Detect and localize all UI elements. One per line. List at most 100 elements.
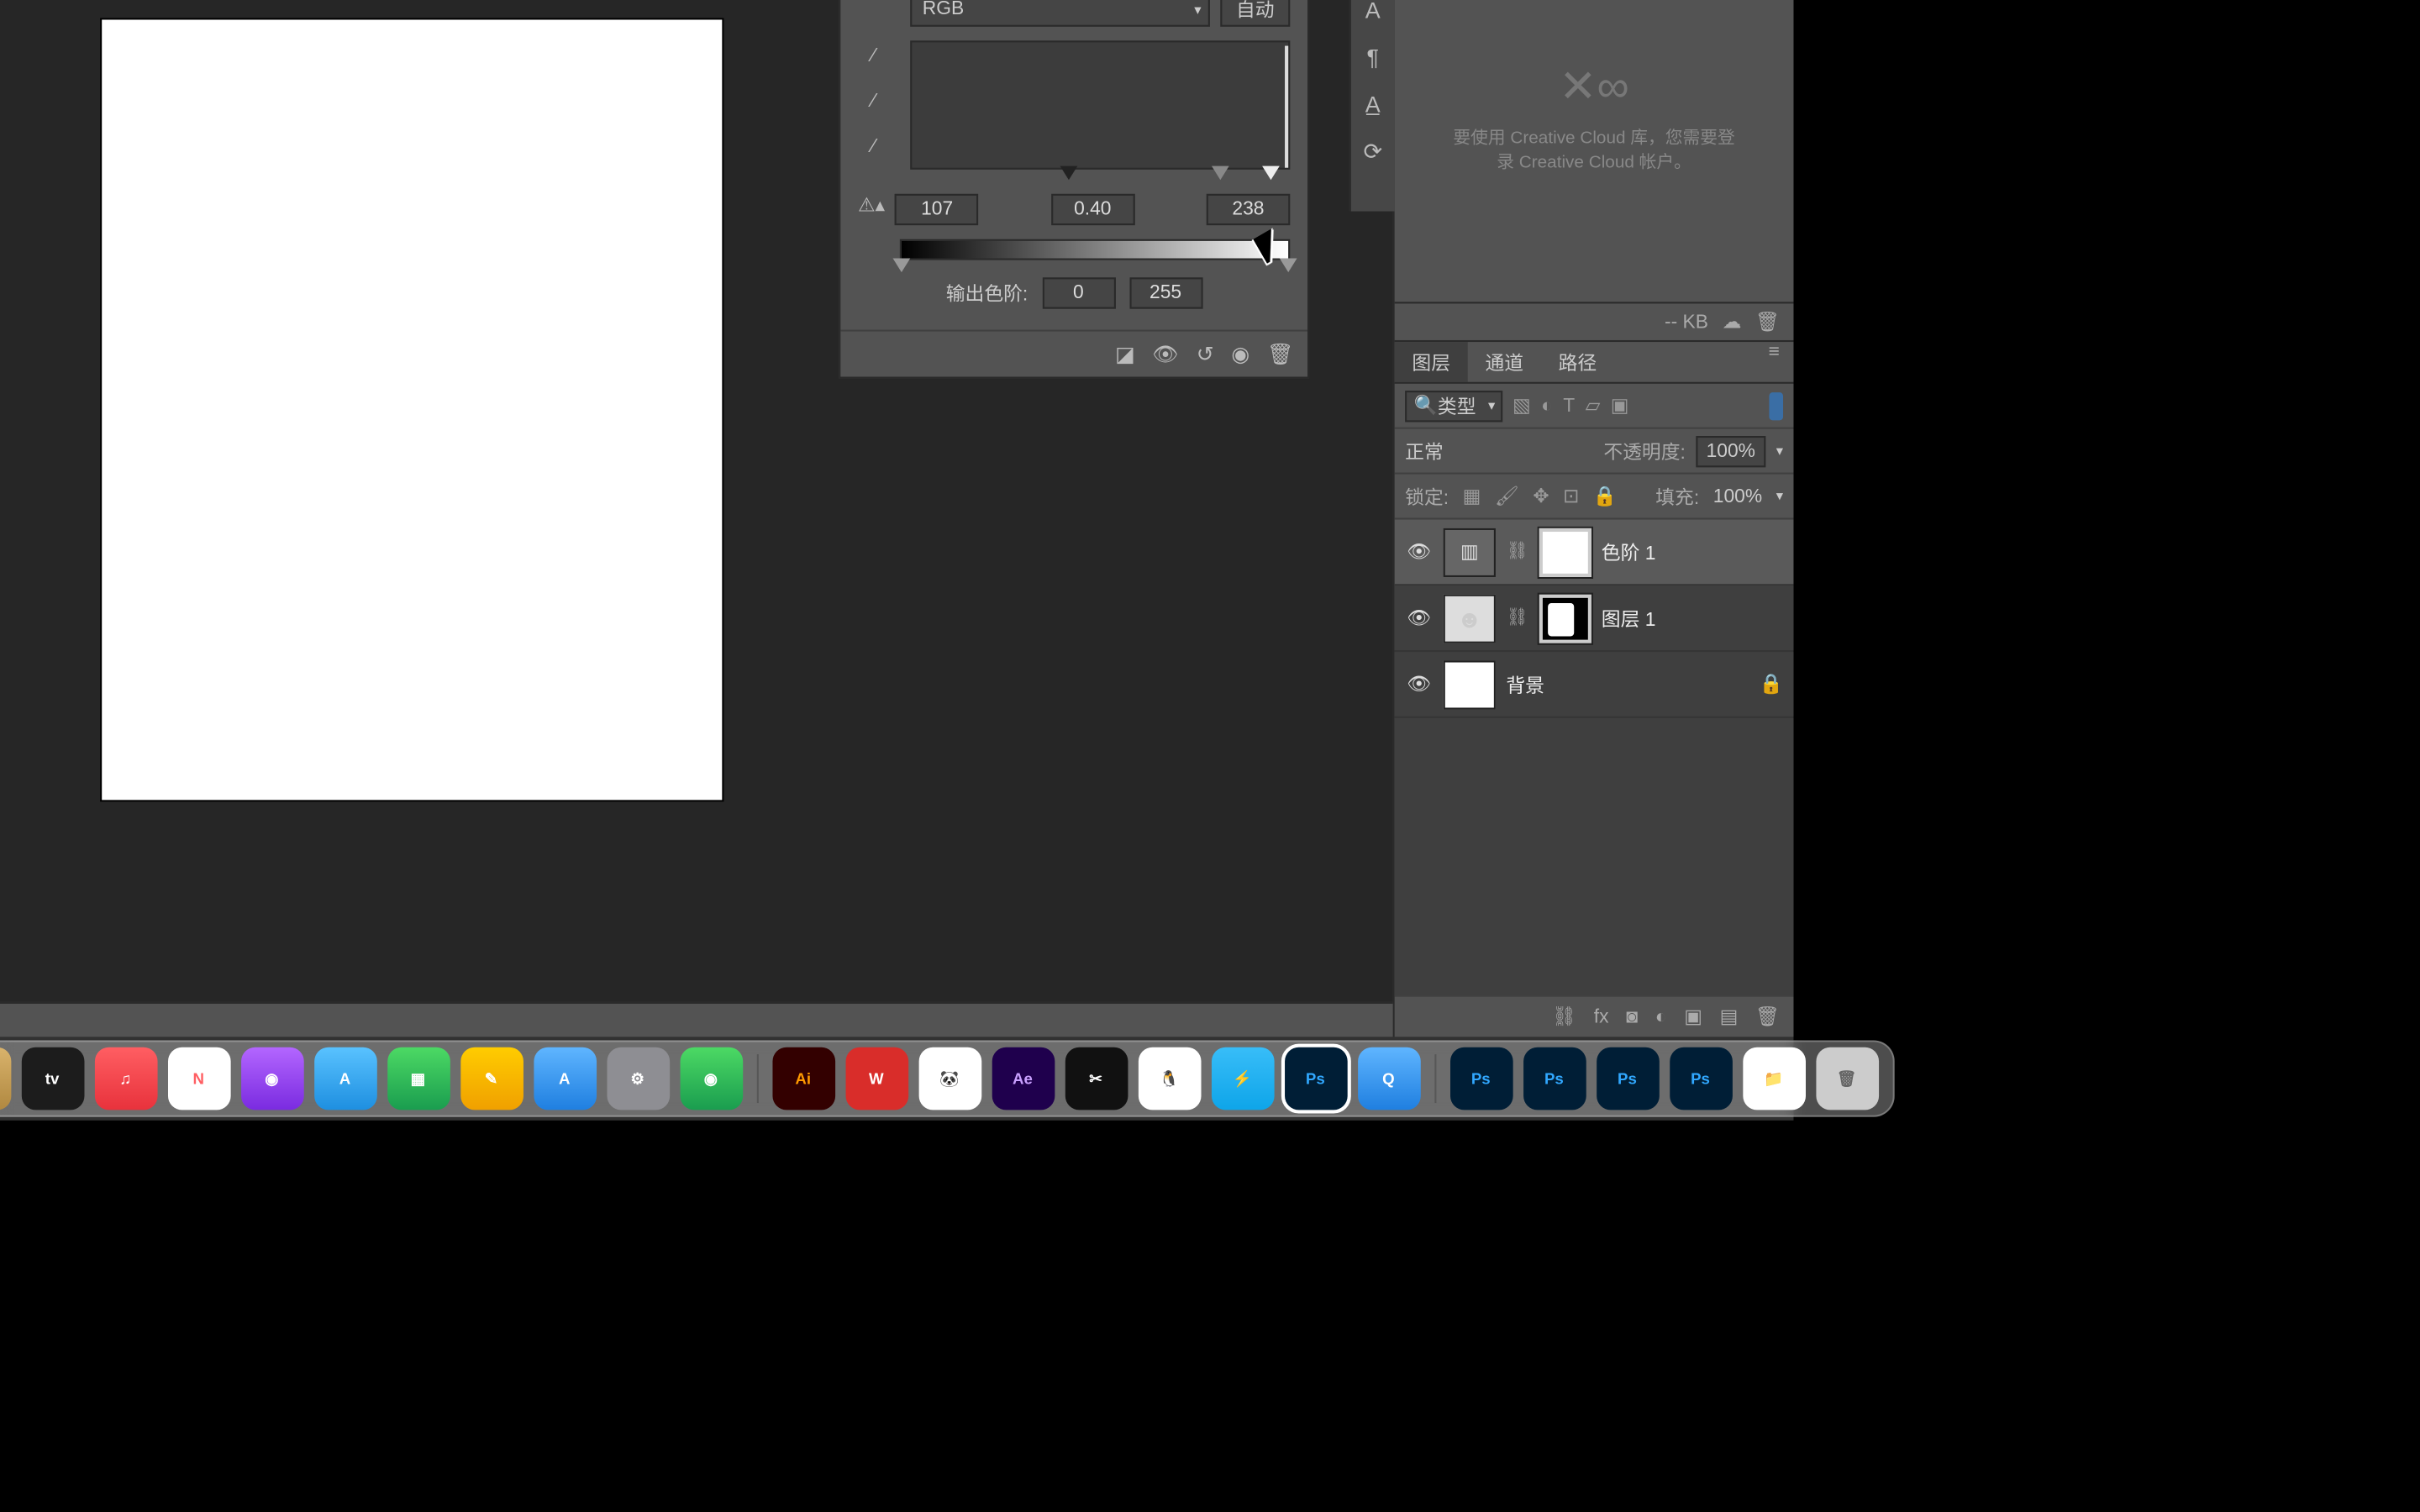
tab-paths[interactable]: 路径 — [1541, 342, 1614, 382]
layer-mask-thumb[interactable] — [1539, 594, 1591, 643]
layer-name[interactable]: 图层 1 — [1602, 604, 1656, 632]
dock-news[interactable]: N — [167, 1047, 230, 1110]
layer-thumb[interactable]: ☻ — [1444, 594, 1496, 643]
dock-capcut[interactable]: ✂ — [1065, 1047, 1128, 1110]
dock-app-a[interactable]: A — [533, 1047, 596, 1110]
layer-opacity-value[interactable]: 100% — [1696, 435, 1765, 466]
glyphs-panel-icon[interactable]: A̲ — [1365, 91, 1381, 117]
input-black-field[interactable] — [895, 194, 979, 225]
dock-ps-doc[interactable]: Ps — [1523, 1047, 1586, 1110]
output-white-slider[interactable] — [1280, 259, 1297, 273]
layer-row-background[interactable]: 👁 背景 🔒 — [1395, 652, 1794, 718]
white-slider[interactable] — [1263, 166, 1281, 181]
input-gamma-field[interactable] — [1051, 194, 1135, 225]
black-eyedropper-icon[interactable]: ⁄ — [858, 40, 889, 71]
dock-notes[interactable]: ✎ — [460, 1047, 523, 1110]
dock-trash[interactable]: 🗑 — [1815, 1047, 1878, 1110]
input-white-field[interactable] — [1207, 194, 1291, 225]
delete-adjustment-icon[interactable]: 🗑 — [1267, 342, 1294, 366]
output-black-field[interactable] — [1042, 277, 1115, 308]
layer-blend-select[interactable]: 正常 — [1405, 437, 1593, 465]
dock-panda[interactable]: 🐼 — [918, 1047, 981, 1110]
link-icon[interactable]: ⛓ — [1506, 608, 1528, 627]
dock-ps-doc[interactable]: Ps — [1669, 1047, 1732, 1110]
input-sliders[interactable] — [900, 170, 1290, 187]
lock-position-icon[interactable]: ✥ — [1533, 485, 1549, 507]
gamma-slider[interactable] — [1212, 166, 1229, 181]
filter-type-icon[interactable]: T — [1563, 395, 1575, 416]
fill-value[interactable]: 100% — [1713, 486, 1762, 507]
filter-adj-icon[interactable]: ◐ — [1541, 395, 1553, 416]
new-adjustment-icon[interactable]: ◐ — [1655, 1006, 1667, 1027]
dock-quicktime[interactable]: Q — [1357, 1047, 1420, 1110]
dock-folder[interactable]: 📁 — [1742, 1047, 1805, 1110]
document-canvas[interactable] — [102, 19, 722, 800]
fx-icon[interactable]: fx — [1594, 1006, 1609, 1027]
dock-photos[interactable]: ❀ — [0, 1047, 10, 1110]
visibility-icon[interactable]: 👁 — [1405, 540, 1433, 563]
panel-menu-icon[interactable]: ≡ — [1754, 342, 1793, 382]
dock-appstore[interactable]: A — [313, 1047, 376, 1110]
add-mask-icon[interactable]: ◙ — [1626, 1006, 1638, 1027]
layer-opacity-stepper[interactable]: ▾ — [1776, 443, 1783, 459]
dock-podcasts[interactable]: ◉ — [240, 1047, 303, 1110]
delete-layer-icon[interactable]: 🗑 — [1755, 1005, 1780, 1028]
layer-name[interactable]: 背景 — [1506, 670, 1544, 698]
dock-wechat[interactable]: ◉ — [680, 1047, 743, 1110]
layer-thumb[interactable] — [1444, 659, 1496, 708]
channel-select[interactable]: RGB — [910, 0, 1210, 27]
prev-state-icon[interactable]: ◉ — [1231, 342, 1249, 366]
auto-button[interactable]: 自动 — [1220, 0, 1290, 27]
dock-ps-doc[interactable]: Ps — [1449, 1047, 1512, 1110]
lock-transparent-icon[interactable]: ▦ — [1463, 485, 1481, 507]
toggle-visibility-icon[interactable]: 👁 — [1152, 342, 1179, 366]
dock-photoshop[interactable]: Ps — [1284, 1047, 1347, 1110]
layer-mask-thumb[interactable] — [1539, 528, 1591, 576]
tab-channels[interactable]: 通道 — [1468, 342, 1541, 382]
clip-warning-icon[interactable]: ⚠▴ — [858, 194, 885, 217]
sync-icon[interactable]: ☁ — [1723, 311, 1742, 333]
character-panel-icon[interactable]: A — [1365, 0, 1381, 24]
layer-row-image[interactable]: 👁 ☻ ⛓ 图层 1 — [1395, 585, 1794, 652]
lock-all-icon[interactable]: 🔒 — [1593, 485, 1617, 507]
layer-row-levels[interactable]: 👁 ▥ ⛓ 色阶 1 — [1395, 520, 1794, 586]
white-eyedropper-icon[interactable]: ⁄ — [858, 131, 889, 162]
reset-icon[interactable]: ↺ — [1197, 342, 1214, 366]
dock-thunder[interactable]: ⚡ — [1211, 1047, 1274, 1110]
new-group-icon[interactable]: ▣ — [1684, 1005, 1702, 1028]
dock-wps[interactable]: W — [845, 1047, 908, 1110]
filter-smart-icon[interactable]: ▣ — [1611, 394, 1629, 417]
link-icon[interactable]: ⛓ — [1506, 542, 1528, 561]
dock-aftereffects[interactable]: Ae — [992, 1047, 1055, 1110]
fill-stepper[interactable]: ▾ — [1776, 488, 1783, 504]
filter-toggle[interactable] — [1769, 391, 1783, 419]
visibility-icon[interactable]: 👁 — [1405, 673, 1433, 696]
dock-qq[interactable]: 🐧 — [1138, 1047, 1201, 1110]
dock-appletv[interactable]: tv — [21, 1047, 84, 1110]
filter-type-select[interactable]: 🔍 类型 — [1405, 390, 1502, 421]
adjustment-thumb[interactable]: ▥ — [1444, 528, 1496, 576]
tab-layers[interactable]: 图层 — [1395, 342, 1468, 382]
lock-paint-icon[interactable]: 🖌 — [1495, 485, 1519, 507]
new-layer-icon[interactable]: ▤ — [1720, 1005, 1739, 1028]
black-slider[interactable] — [1060, 166, 1077, 181]
dock-numbers[interactable]: ▦ — [387, 1047, 450, 1110]
dock-music[interactable]: ♫ — [94, 1047, 157, 1110]
dock-ps-doc[interactable]: Ps — [1596, 1047, 1659, 1110]
filter-shape-icon[interactable]: ▱ — [1586, 394, 1601, 417]
delete-icon[interactable]: 🗑 — [1755, 311, 1780, 333]
dock-settings[interactable]: ⚙ — [606, 1047, 669, 1110]
lock-icon[interactable]: 🔒 — [1760, 673, 1783, 696]
layer-name[interactable]: 色阶 1 — [1602, 538, 1656, 565]
visibility-icon[interactable]: 👁 — [1405, 606, 1433, 629]
output-white-field[interactable] — [1129, 277, 1202, 308]
dock-illustrator[interactable]: Ai — [771, 1047, 834, 1110]
output-black-slider[interactable] — [893, 259, 911, 273]
lock-artboard-icon[interactable]: ⊡ — [1563, 485, 1579, 507]
link-layers-icon[interactable]: ⛓ — [1552, 1005, 1576, 1028]
clip-to-layer-icon[interactable]: ◪ — [1115, 342, 1135, 366]
gray-eyedropper-icon[interactable]: ⁄ — [858, 86, 889, 117]
filter-image-icon[interactable]: ▧ — [1512, 394, 1531, 417]
paragraph-panel-icon[interactable]: ¶ — [1366, 44, 1378, 70]
libraries-panel-icon[interactable]: ⟳ — [1363, 138, 1382, 165]
